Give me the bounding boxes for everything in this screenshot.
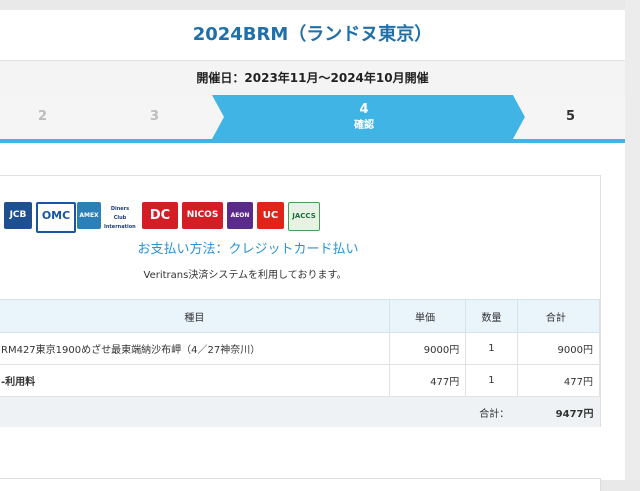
step-3: 3 — [149, 109, 160, 124]
step-indicator: 2 3 4 確認 5 — [0, 95, 625, 143]
header-unit-price: 単価 — [388, 299, 467, 333]
step-4-label: 確認 — [354, 120, 374, 131]
jaccs-logo: JACCS — [288, 202, 320, 231]
payment-method: お支払い方法：クレジットカード払い — [0, 238, 600, 257]
row-item-name: -利用料 — [0, 364, 390, 397]
header-quantity: 数量 — [465, 299, 518, 333]
page-scrollbar[interactable] — [625, 0, 640, 480]
table-row: RM427東京1900めざせ最東端納沙布岬（4／27神奈川） 9000円 1 9… — [0, 332, 601, 365]
table-header-row: 種目 単価 数量 合計 — [0, 299, 601, 333]
step-5: 5 — [565, 109, 576, 124]
step-2: 2 — [37, 109, 48, 124]
payment-card: JCB OMC AMEX Diners Club International D… — [0, 175, 601, 427]
step-4-confirm: 4 確認 — [224, 95, 504, 139]
row-unit-price: 477円 — [388, 364, 467, 397]
event-period: 開催日：2023年11月～2024年10月開催 — [0, 60, 625, 96]
nicos-logo: NICOS — [182, 202, 223, 229]
aeon-logo: AEON — [227, 202, 253, 229]
diners-logo: Diners Club International — [104, 202, 136, 229]
amex-logo: AMEX — [77, 202, 101, 229]
row-quantity: 1 — [465, 332, 518, 365]
row-subtotal: 9000円 — [516, 332, 601, 365]
payment-method-text: お支払い方法：クレジットカード払い — [137, 242, 359, 257]
payment-note-text: Veritrans決済システムを利用しております。 — [143, 270, 347, 281]
total-label: 合計： — [0, 396, 518, 427]
dc-logo: DC — [142, 202, 178, 229]
row-item-name: RM427東京1900めざせ最東端納沙布岬（4／27神奈川） — [0, 332, 390, 365]
header-subtotal: 合計 — [516, 299, 601, 333]
total-row: 合計： 9477円 — [0, 396, 600, 427]
header-item: 種目 — [0, 299, 390, 333]
total-value: 9477円 — [517, 396, 600, 427]
row-quantity: 1 — [465, 364, 518, 397]
uc-logo: UC — [257, 202, 284, 229]
page: 2024BRM（ランドヌ東京） 開催日：2023年11月～2024年10月開催 … — [0, 10, 625, 491]
order-table: 種目 単価 数量 合計 RM427東京1900めざせ最東端納沙布岬（4／27神奈… — [0, 299, 601, 427]
table-row: -利用料 477円 1 477円 — [0, 364, 601, 397]
omc-logo: OMC — [36, 202, 76, 233]
payment-note: Veritrans決済システムを利用しております。 — [0, 266, 600, 281]
row-subtotal: 477円 — [516, 364, 601, 397]
jcb-logo: JCB — [4, 202, 32, 229]
row-unit-price: 9000円 — [388, 332, 467, 365]
event-title: 2024BRM（ランドヌ東京） — [192, 24, 433, 45]
